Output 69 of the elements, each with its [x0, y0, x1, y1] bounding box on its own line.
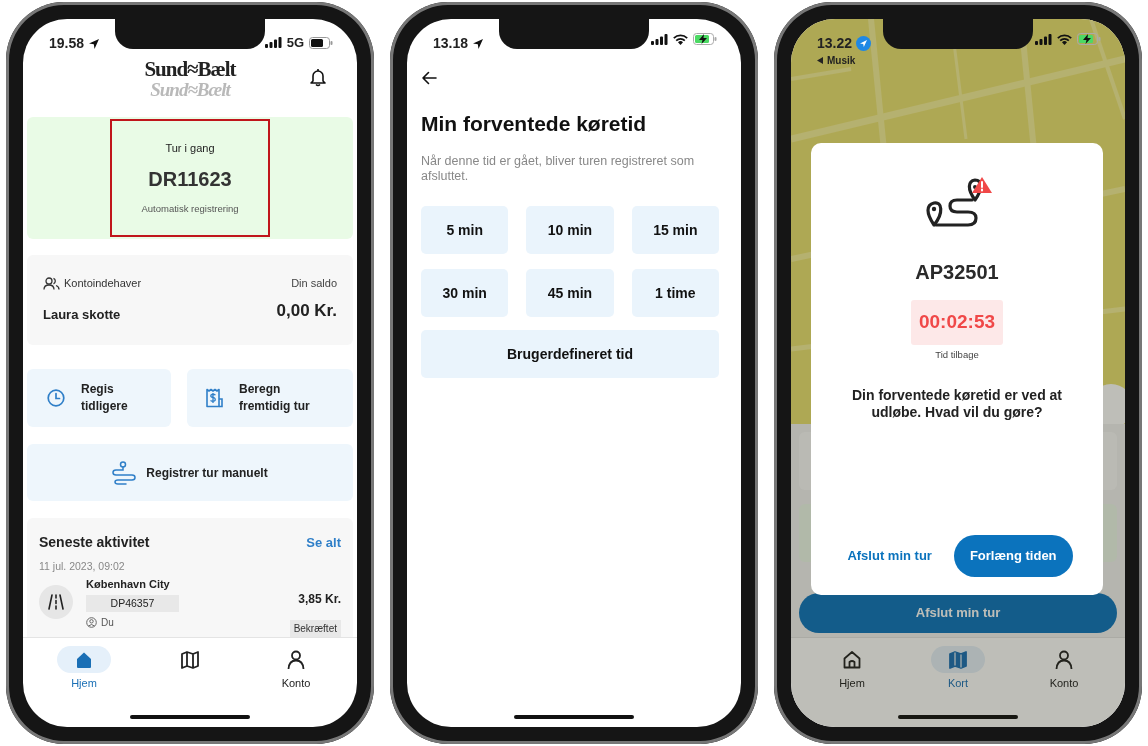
balance-amount: 0,00 Kr.: [276, 299, 337, 322]
home-icon: [75, 650, 93, 669]
duration-option[interactable]: 45 min: [526, 269, 614, 318]
tab-item[interactable]: Kort: [913, 646, 1003, 692]
status-tag: Bekræftet: [289, 620, 341, 637]
trip-status: Tur i gang: [165, 140, 215, 156]
logo-text: Sund≈Bælt: [144, 59, 236, 80]
home-icon: [842, 649, 862, 670]
back-triangle-icon: [817, 57, 823, 64]
duration-option[interactable]: 10 min: [526, 206, 614, 255]
wifi-icon: [673, 33, 688, 45]
tab-item[interactable]: Hjem: [39, 646, 129, 692]
account-holder-label: Kontoindehaver: [64, 276, 142, 292]
extend-time-button[interactable]: Forlæng tiden: [953, 535, 1073, 577]
custom-duration-button[interactable]: Brugerdefineret tid: [421, 330, 719, 379]
person-icon: [287, 649, 305, 670]
tab-item[interactable]: Konto: [251, 646, 341, 692]
license-plate: DR11623: [148, 167, 232, 193]
section-title: Seneste aktivitet: [39, 533, 150, 553]
location-icon: [856, 36, 872, 51]
logo-reflection: Sund≈Bælt: [150, 80, 230, 99]
license-plate: AP32501: [915, 260, 999, 285]
tab-item[interactable]: Konto: [1019, 646, 1109, 692]
bell-icon[interactable]: [309, 67, 327, 87]
activity-date: 11 jul. 2023, 09:02: [39, 559, 126, 575]
person-icon: [1055, 649, 1073, 670]
network-label: 5G: [286, 34, 304, 52]
status-time: 13.18: [433, 34, 469, 53]
description: Når denne tid er gået, bliver turen registreret som afsluttet.: [421, 154, 696, 185]
duration-option[interactable]: 5 min: [421, 206, 509, 255]
manual-registration-button[interactable]: Registrer tur manuelt: [27, 444, 353, 502]
end-trip-button[interactable]: Afslut min tur: [841, 546, 938, 566]
action-button[interactable]: Regis tidligere: [27, 369, 171, 428]
trip-card[interactable]: Tur i gang DR11623 Automatisk registrering: [27, 117, 353, 240]
screen-title: Min forventede køretid: [421, 111, 648, 137]
duration-option[interactable]: 15 min: [631, 206, 719, 255]
signal-icon: [264, 37, 282, 49]
road-icon: [39, 585, 73, 619]
tab-item[interactable]: Hjem: [807, 646, 897, 692]
map-icon: [948, 649, 968, 670]
activity-user: Du: [101, 616, 114, 631]
duration-option[interactable]: 1 time: [631, 269, 719, 318]
map-icon: [180, 649, 200, 670]
activity-place: København City: [86, 577, 171, 592]
countdown-timer: 00:02:53: [910, 300, 1004, 345]
status-time: 19.58: [49, 34, 85, 53]
balance-label: Din saldo: [291, 276, 337, 292]
route-icon: [112, 460, 139, 485]
countdown-label: Tid tilbage: [935, 347, 979, 362]
people-icon: [43, 276, 60, 290]
status-time: 13.22: [817, 34, 853, 53]
wifi-icon: [1057, 33, 1072, 45]
action-button[interactable]: Beregn fremtidig tur: [187, 369, 353, 428]
activity-amount: 3,85 Kr.: [298, 591, 341, 608]
location-arrow-icon: [472, 37, 485, 50]
activity-plate: DP46357: [86, 594, 179, 613]
signal-icon: [651, 33, 668, 45]
signal-icon: [1035, 33, 1052, 45]
clock-icon: [47, 389, 65, 408]
receipt-dollar-icon: [205, 388, 223, 409]
user-circle-icon: [86, 617, 97, 629]
back-arrow-icon[interactable]: [421, 71, 437, 85]
duration-option[interactable]: 30 min: [421, 269, 509, 318]
location-arrow-icon: [88, 37, 101, 50]
end-trip-button[interactable]: Afslut min tur: [799, 593, 1117, 633]
see-all-link[interactable]: Se alt: [306, 533, 341, 553]
registration-mode: Automatisk registrering: [141, 202, 239, 217]
dialog-message: Din forventede køretid er ved at udløbe. Hvad vil du gøre?: [850, 386, 1064, 422]
account-holder-name: Laura skotte: [43, 305, 121, 324]
